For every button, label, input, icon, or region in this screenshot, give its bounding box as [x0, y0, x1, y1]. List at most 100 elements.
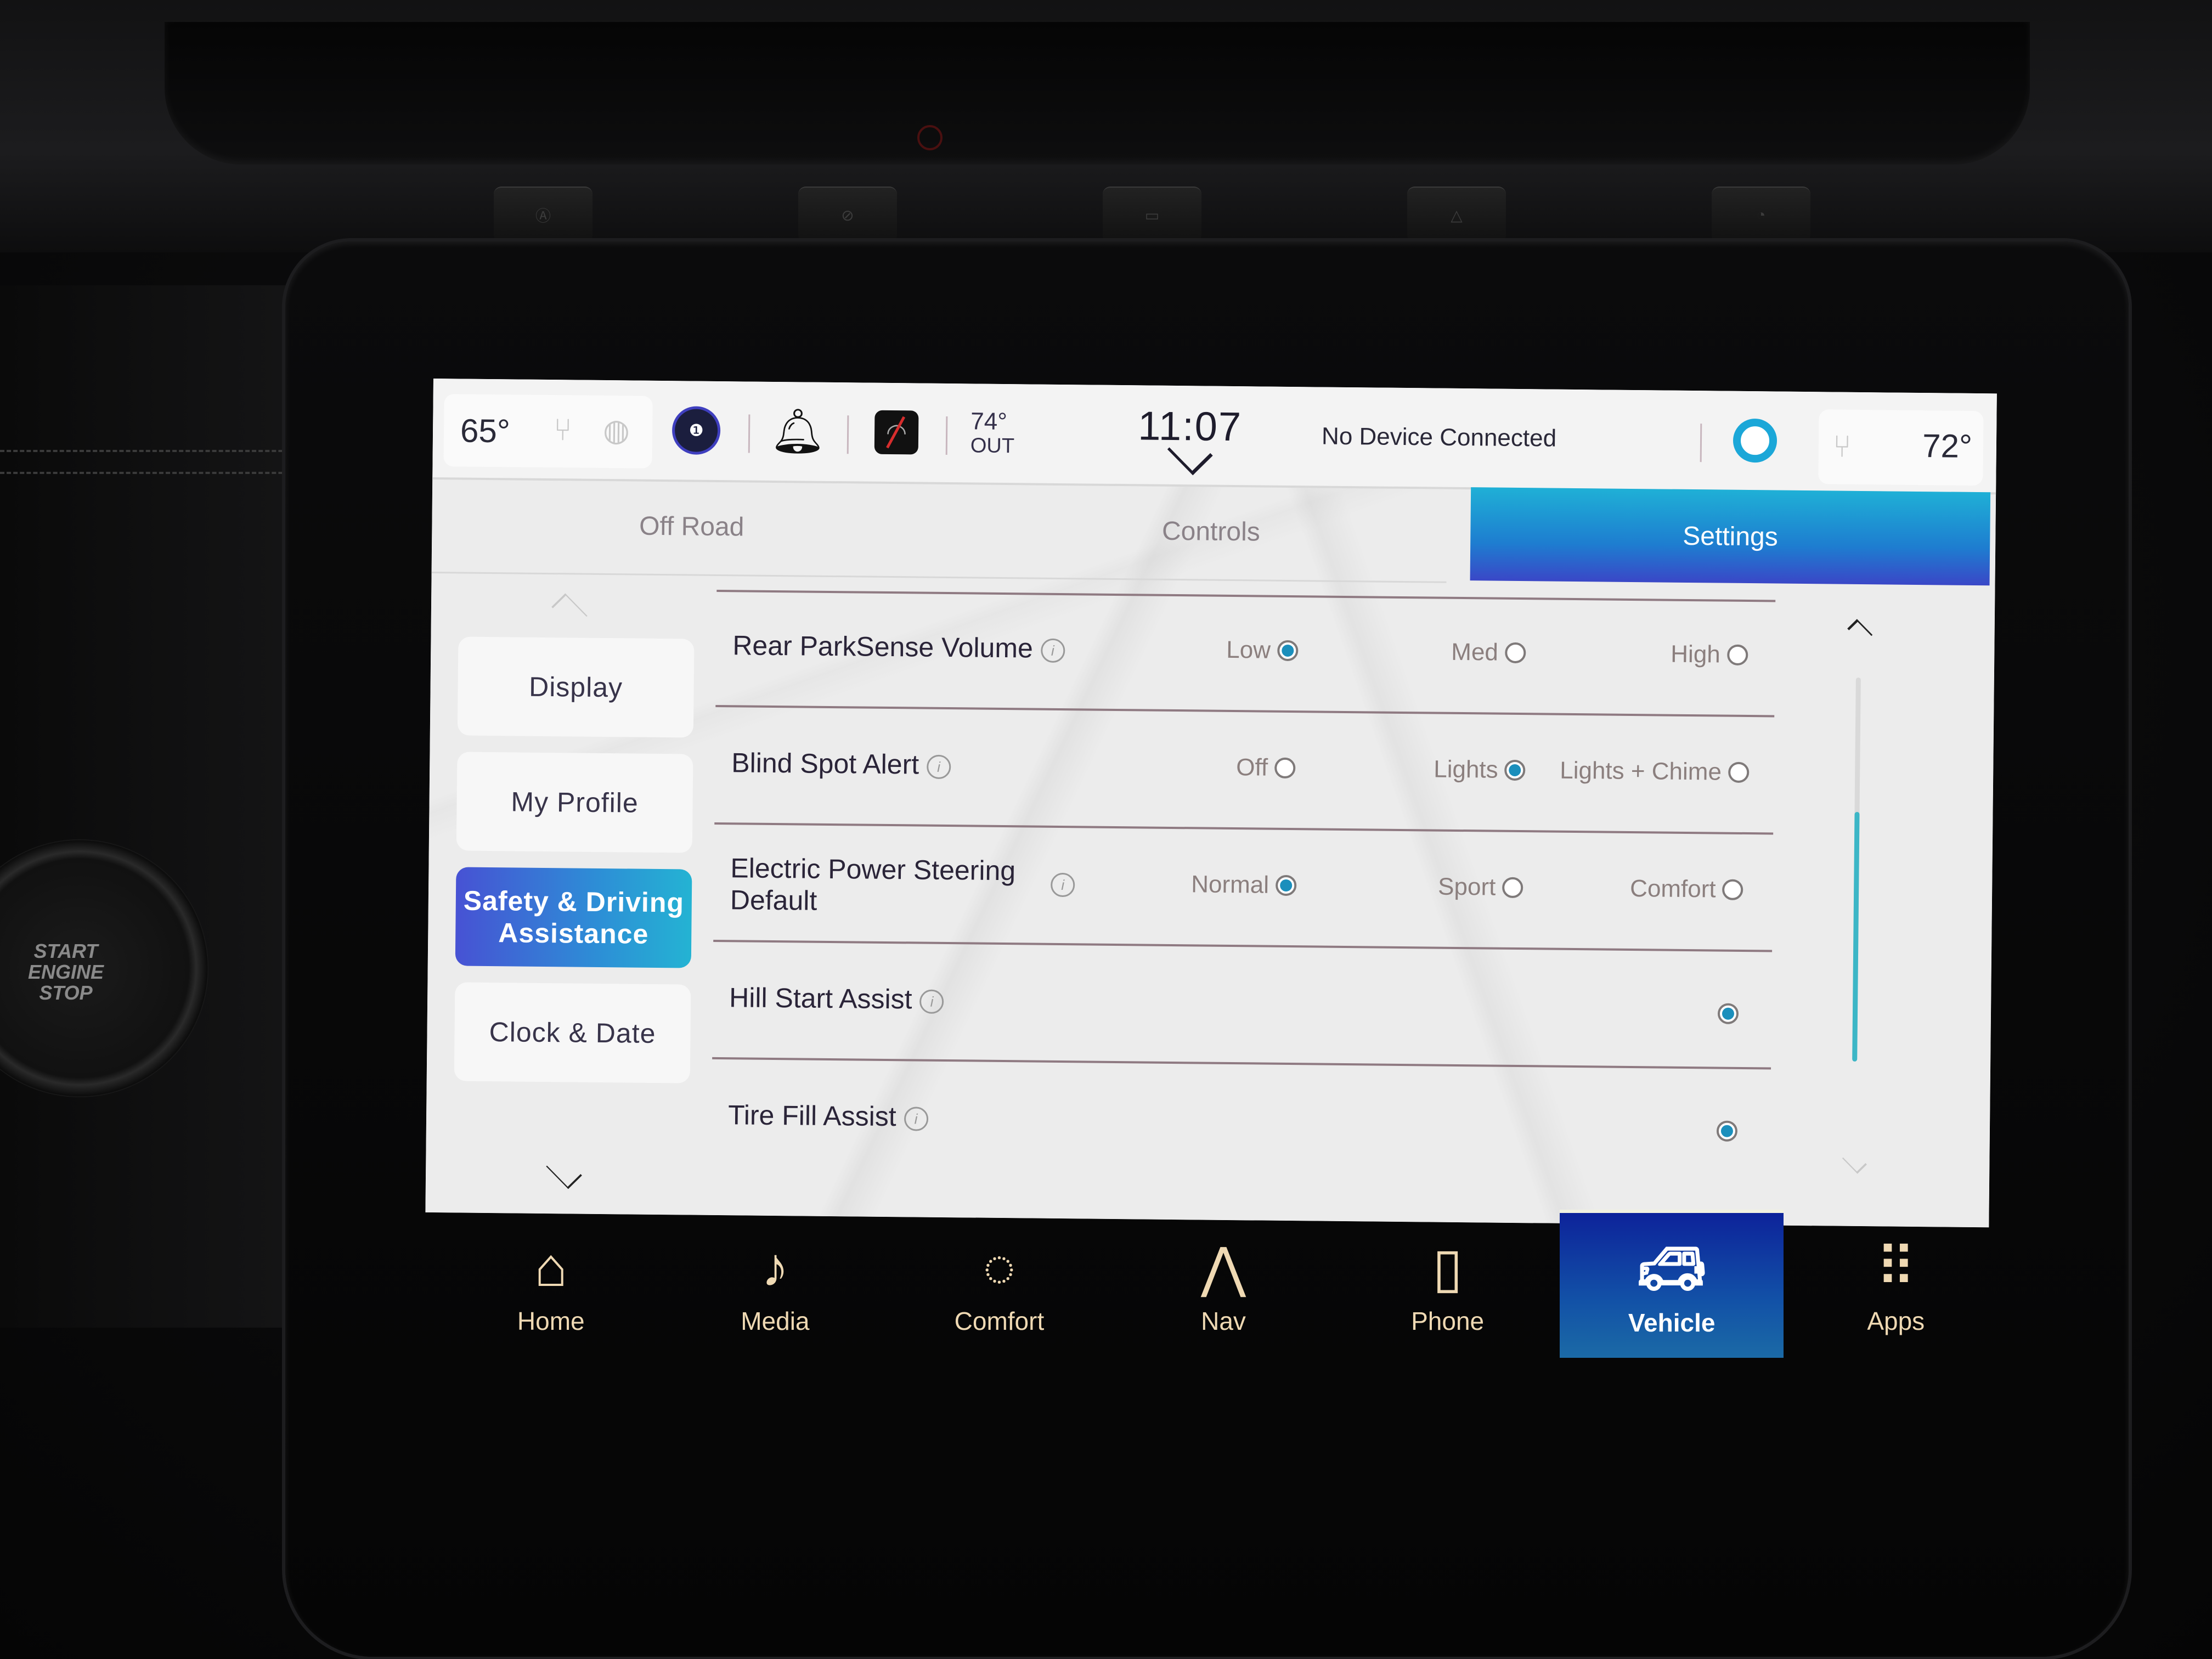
nav-label: Phone — [1411, 1307, 1485, 1335]
option-off[interactable]: Off — [1236, 754, 1296, 782]
alexa-button[interactable] — [1722, 391, 1788, 490]
option-label: Lights + Chime — [1560, 757, 1722, 786]
radio-unselected[interactable] — [1728, 761, 1750, 783]
nav-home[interactable]: ⌂ Home — [439, 1210, 663, 1358]
nav-label: Apps — [1867, 1307, 1925, 1335]
info-icon[interactable]: i — [926, 754, 951, 779]
option-label: Off — [1236, 754, 1268, 781]
radio-unselected[interactable] — [1504, 642, 1526, 664]
device-status[interactable]: No Device Connected — [1321, 387, 1585, 489]
home-icon: ⌂ — [534, 1236, 568, 1298]
option-normal[interactable]: Normal — [1190, 871, 1297, 899]
navigation-arrow-icon: ⋀ — [1201, 1237, 1246, 1299]
tab-settings[interactable]: Settings — [1470, 487, 1991, 586]
vehicle-icon: 🚙︎ — [1637, 1238, 1707, 1300]
outside-temp-label: OUT — [970, 434, 1015, 458]
passenger-temperature: 72° — [1922, 427, 1973, 465]
tab-off-road[interactable]: Off Road — [432, 477, 952, 575]
lane-sense-switch[interactable]: ◔ — [1712, 187, 1810, 242]
bottom-navigation: ⌂ Home ♪ Media ◌ Comfort ⋀ Nav ▯ Phone 🚙… — [439, 1210, 2008, 1358]
device-status-text: No Device Connected — [1321, 422, 1557, 452]
setting-label-text: Hill Start Assist — [729, 982, 912, 1015]
driver-climate-control[interactable]: 65° ⑂ ◍ — [443, 394, 653, 469]
option-label: Low — [1226, 636, 1271, 664]
bell-icon: 🔔︎ — [769, 406, 826, 456]
nav-vehicle[interactable]: 🚙︎ Vehicle — [1559, 1210, 1784, 1358]
wifi-status[interactable]: ◠ — [866, 383, 927, 482]
nav-comfort[interactable]: ◌ Comfort — [887, 1210, 1111, 1358]
setting-label: Electric Power Steering Default — [730, 852, 1038, 918]
nav-nav[interactable]: ⋀ Nav — [1111, 1210, 1336, 1358]
option-label: Normal — [1190, 871, 1269, 899]
notifications-button[interactable]: 🔔︎ — [764, 382, 831, 481]
radio-selected[interactable] — [1275, 874, 1297, 896]
infotainment-screen: 65° ⑂ ◍ ❶ 🔔︎ ◠ 74° OUT 11:07 No Device C… — [425, 379, 1997, 1228]
setting-label: Rear ParkSense Volume i — [732, 629, 1065, 664]
radio-selected[interactable] — [1277, 640, 1299, 662]
option-label: High — [1671, 640, 1721, 668]
comfort-seat-icon: ◌ — [983, 1236, 1016, 1298]
radio-selected[interactable] — [1504, 759, 1526, 781]
menu-item-display[interactable]: Display — [457, 636, 695, 738]
nav-label: Comfort — [954, 1307, 1045, 1335]
setting-label-text: Rear ParkSense Volume — [732, 630, 1034, 664]
setting-row-blind-spot-alert: Blind Spot Alert i Off Lights Lights + Ch… — [714, 707, 1774, 833]
setting-label-text: Tire Fill Assist — [727, 1099, 896, 1132]
option-med[interactable]: Med — [1451, 639, 1526, 667]
traction-off-switch[interactable]: ⊘ — [798, 187, 897, 242]
tab-controls[interactable]: Controls — [951, 482, 1471, 580]
heated-seat-icon[interactable]: ⑂ — [1833, 428, 1852, 464]
stitching — [0, 472, 329, 474]
nav-label: Media — [741, 1307, 810, 1335]
nav-apps[interactable]: ⠿ Apps — [1784, 1210, 2008, 1358]
info-icon[interactable]: i — [919, 989, 944, 1014]
option-lights[interactable]: Lights — [1434, 756, 1526, 785]
start-engine-label: START ENGINE STOP — [27, 940, 104, 1004]
radio-unselected[interactable] — [1722, 879, 1743, 900]
heated-seat-icon[interactable]: ⑂ — [554, 411, 572, 447]
option-label: Med — [1451, 638, 1499, 666]
nav-label: Nav — [1201, 1307, 1246, 1335]
radio-unselected[interactable] — [1274, 757, 1296, 779]
status-divider — [748, 414, 751, 453]
option-label: Sport — [1437, 873, 1496, 901]
setting-label-text: Electric Power Steering Default — [730, 853, 1016, 916]
status-divider — [1700, 424, 1702, 462]
indicator-light — [917, 125, 943, 150]
info-icon[interactable]: i — [904, 1107, 928, 1131]
info-icon[interactable]: i — [1040, 638, 1065, 663]
wifi-off-icon: ◠ — [874, 410, 919, 455]
hazard-switch[interactable]: △ — [1407, 187, 1506, 242]
setting-label-text: Blind Spot Alert — [731, 747, 919, 780]
chevron-down-icon[interactable] — [546, 1153, 582, 1189]
passenger-climate-control[interactable]: ⑂ 72° — [1818, 409, 1984, 486]
radio-unselected[interactable] — [1502, 877, 1523, 899]
tire-fill-assist-toggle[interactable] — [1716, 1120, 1738, 1142]
option-comfort[interactable]: Comfort — [1630, 875, 1743, 904]
menu-item-safety-driving-assistance[interactable]: Safety & Driving Assistance — [455, 867, 692, 968]
menu-item-clock-date[interactable]: Clock & Date — [454, 982, 691, 1084]
nav-label: Vehicle — [1628, 1308, 1716, 1337]
option-low[interactable]: Low — [1226, 636, 1299, 664]
apps-grid-icon: ⠿ — [1876, 1237, 1916, 1299]
dashboard-vent — [165, 22, 2030, 165]
option-sport[interactable]: Sport — [1438, 873, 1523, 901]
setting-label: Tire Fill Assist i — [728, 1099, 928, 1132]
outside-temperature: 74° OUT — [970, 383, 1037, 483]
driver-profile-button[interactable]: ❶ — [668, 381, 724, 480]
heated-steering-wheel-icon[interactable]: ◍ — [603, 412, 630, 448]
nav-phone[interactable]: ▯ Phone — [1335, 1210, 1560, 1358]
settings-list: Rear ParkSense Volume i Low Med High Blin… — [710, 589, 1776, 1225]
option-high[interactable]: High — [1671, 641, 1748, 669]
option-lights-chime[interactable]: Lights + Chime — [1560, 757, 1750, 786]
park-assist-switch[interactable]: ▭ — [1103, 187, 1201, 242]
hill-start-assist-toggle[interactable] — [1717, 1003, 1739, 1024]
menu-item-my-profile[interactable]: My Profile — [456, 752, 693, 853]
nav-label: Home — [517, 1307, 585, 1335]
radio-unselected[interactable] — [1726, 644, 1748, 666]
clock[interactable]: 11:07 — [1124, 385, 1256, 485]
auto-stop-switch[interactable]: Ⓐ — [494, 187, 592, 242]
nav-media[interactable]: ♪ Media — [663, 1210, 888, 1358]
chevron-up-icon[interactable] — [551, 593, 588, 630]
info-icon[interactable]: i — [1050, 872, 1075, 898]
